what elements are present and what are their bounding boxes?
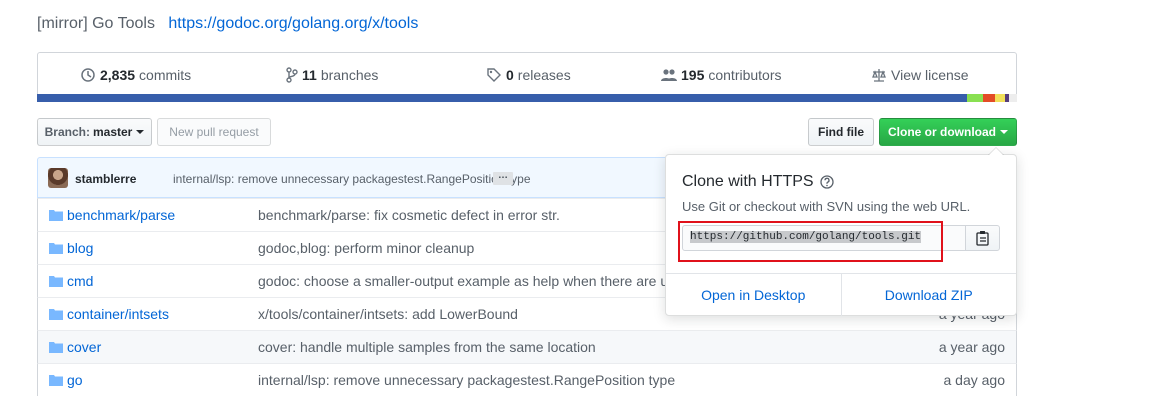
caret-down-icon [1000,130,1008,134]
file-name[interactable]: cover [67,339,101,355]
file-name[interactable]: container/intsets [67,306,169,322]
clone-title-text: Clone with HTTPS [682,173,814,190]
open-in-desktop-link[interactable]: Open in Desktop [666,274,841,316]
branch-prefix: Branch: [44,125,90,139]
file-commit-message[interactable]: x/tools/container/intsets: add LowerBoun… [258,306,518,322]
new-pull-request-button[interactable]: New pull request [157,118,271,146]
copy-url-button[interactable] [965,225,1000,251]
commit-author[interactable]: stamblerre [75,172,136,186]
repo-homepage-link[interactable]: https://godoc.org/golang.org/x/tools [168,15,418,32]
branch-name: master [92,125,133,139]
releases-stat[interactable]: 0 releases [486,67,571,83]
git-branch-icon [286,67,298,83]
clone-title: Clone with HTTPS [682,173,834,191]
file-commit-message[interactable]: benchmark/parse: fix cosmetic defect in … [258,207,560,223]
file-age: a day ago [943,372,1006,388]
folder-icon [49,243,63,254]
releases-count: 0 [506,67,514,83]
commits-count: 2,835 [100,67,136,83]
find-file-button[interactable]: Find file [808,118,874,146]
highlight-annotation [678,221,943,262]
contributors-label: contributors [708,67,782,83]
language-segment [995,94,1005,102]
file-commit-message[interactable]: cover: handle multiple samples from the … [258,339,596,355]
branches-count: 11 [302,67,317,83]
file-name[interactable]: blog [67,240,93,256]
clone-or-download-button[interactable]: Clone or download [879,118,1017,146]
file-commit-message[interactable]: godoc,blog: perform minor cleanup [258,240,474,256]
file-commit-message[interactable]: internal/lsp: remove unnecessary package… [258,372,675,388]
branch-select-button[interactable]: Branch: master [37,118,152,146]
question-icon[interactable] [819,175,834,189]
avatar[interactable] [48,168,68,188]
dropdown-arrow-inner [989,148,1003,155]
file-name[interactable]: go [67,372,83,388]
commits-label: commits [139,67,192,83]
commits-stat[interactable]: 2,835 commits [80,67,191,83]
language-bar[interactable] [37,94,1017,102]
language-segment [967,94,983,102]
history-icon [81,68,95,82]
repo-description-text: [mirror] Go Tools [37,15,155,32]
language-segment [983,94,995,102]
file-age: a year ago [938,339,1005,355]
commit-message[interactable]: internal/lsp: remove unnecessary package… [173,172,531,186]
table-row: cover cover: handle multiple samples fro… [37,330,1017,363]
repo-description: [mirror] Go Tools https://godoc.org/gola… [37,15,418,33]
file-name[interactable]: cmd [67,273,93,289]
branches-stat[interactable]: 11 branches [286,67,378,83]
tag-icon [487,68,501,82]
clone-footer: Open in Desktop Download ZIP [666,273,1016,316]
releases-label: releases [517,67,571,83]
folder-icon [49,210,63,221]
file-name[interactable]: benchmark/parse [67,207,175,223]
clone-dropdown: Clone with HTTPS Use Git or checkout wit… [665,147,1017,316]
language-segment [37,94,967,102]
clippy-icon [975,231,989,246]
caret-down-icon [136,130,145,134]
license-stat[interactable]: View license [871,67,969,83]
table-row: go internal/lsp: remove unnecessary pack… [37,363,1017,396]
download-zip-link[interactable]: Download ZIP [840,274,1017,316]
folder-icon [49,309,63,320]
folder-icon [49,375,63,386]
folder-icon [49,276,63,287]
branches-label: branches [320,67,379,83]
file-commit-message[interactable]: godoc: choose a smaller-output example a… [258,273,668,289]
people-icon [661,69,677,81]
language-segment-other [1009,94,1017,102]
commit-expand-button[interactable]: … [493,171,513,185]
clone-help-text: Use Git or checkout with SVN using the w… [682,199,971,214]
contributors-count: 195 [681,67,705,83]
law-icon [872,69,886,82]
contributors-stat[interactable]: 195 contributors [661,67,782,83]
folder-icon [49,342,63,353]
clone-or-download-label: Clone or download [888,125,996,139]
license-label: View license [891,67,969,83]
